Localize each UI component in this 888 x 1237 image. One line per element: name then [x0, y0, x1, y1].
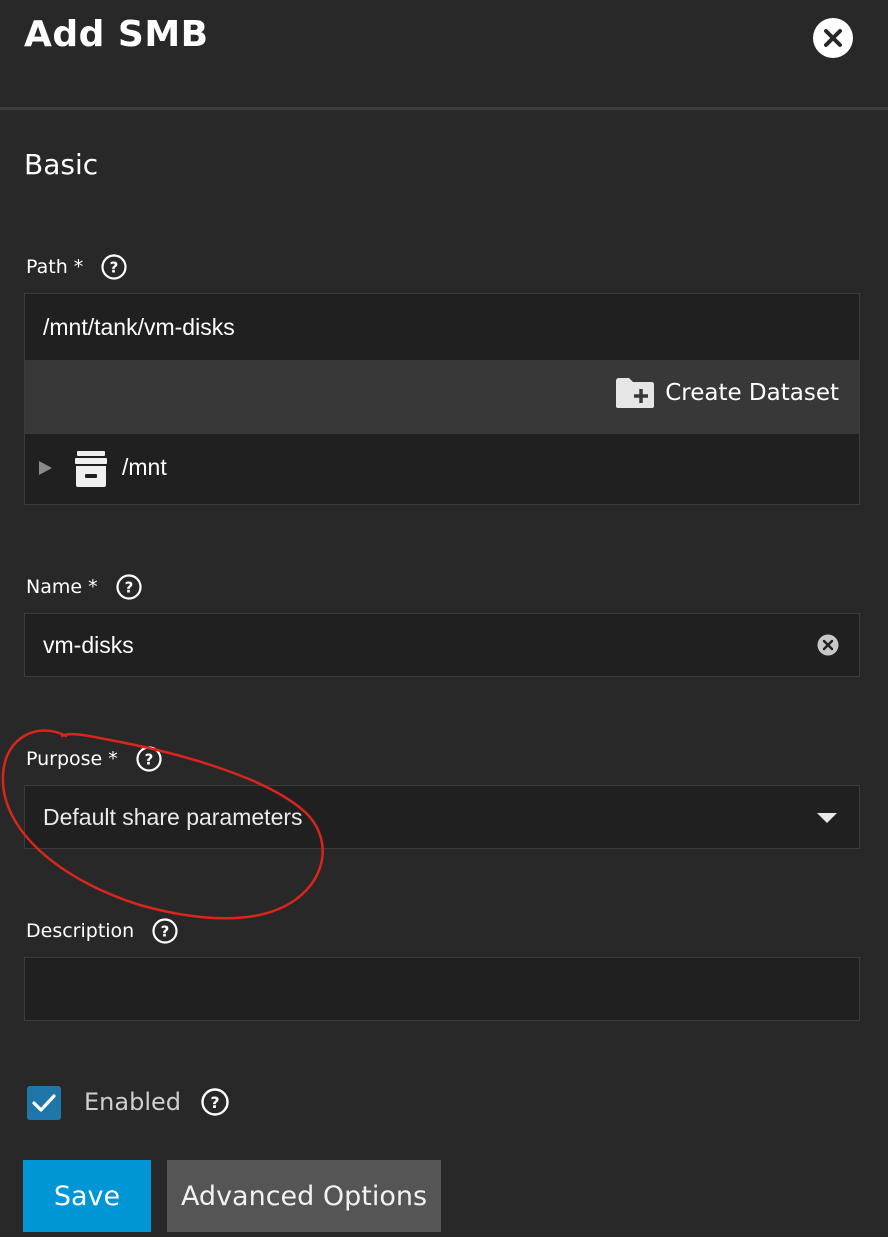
name-label-text: Name [26, 576, 83, 598]
chevron-down-icon [817, 813, 837, 823]
help-icon[interactable]: ? [201, 1088, 229, 1116]
storage-icon [75, 451, 107, 487]
tree-node-mnt[interactable]: /mnt [25, 434, 859, 506]
enabled-label: Enabled ? [84, 1088, 229, 1116]
dialog-header: Add SMB [0, 0, 888, 108]
svg-text:?: ? [161, 923, 170, 941]
close-icon[interactable] [812, 17, 854, 59]
create-dataset-label: Create Dataset [665, 380, 839, 406]
required-marker: * [108, 748, 118, 770]
path-input[interactable]: /mnt/tank/vm-disks [25, 294, 859, 360]
advanced-options-button[interactable]: Advanced Options [167, 1160, 441, 1232]
svg-text:?: ? [110, 259, 119, 277]
save-button[interactable]: Save [23, 1160, 151, 1232]
name-label: Name * ? [26, 574, 142, 600]
svg-text:?: ? [144, 751, 153, 769]
svg-text:?: ? [124, 579, 133, 597]
description-label-text: Description [26, 920, 135, 942]
description-label: Description ? [26, 918, 178, 944]
purpose-label-text: Purpose [26, 748, 103, 770]
header-divider [0, 107, 888, 110]
clear-icon[interactable] [817, 634, 839, 656]
description-field[interactable] [24, 957, 860, 1021]
path-explorer: /mnt/tank/vm-disks Create Dataset /mnt [24, 293, 860, 505]
help-icon[interactable]: ? [152, 918, 178, 944]
required-marker: * [73, 256, 84, 278]
enabled-label-text: Enabled [84, 1088, 181, 1116]
folder-plus-icon [616, 378, 655, 408]
svg-text:?: ? [210, 1093, 219, 1112]
tree-node-label: /mnt [122, 454, 167, 480]
help-icon[interactable]: ? [101, 254, 127, 280]
name-field[interactable]: vm-disks [24, 613, 860, 677]
create-dataset-bar: Create Dataset [25, 360, 859, 434]
section-title: Basic [24, 148, 99, 181]
create-dataset-button[interactable]: Create Dataset [615, 377, 839, 409]
purpose-value: Default share parameters [43, 803, 303, 830]
purpose-select[interactable]: Default share parameters [24, 785, 860, 849]
name-value: vm-disks [43, 631, 134, 658]
enabled-checkbox[interactable] [27, 1086, 61, 1120]
dialog-title: Add SMB [24, 14, 209, 55]
help-icon[interactable]: ? [115, 574, 142, 600]
help-icon[interactable]: ? [136, 746, 162, 772]
path-label: Path * ? [26, 254, 127, 280]
purpose-label: Purpose * ? [26, 746, 162, 772]
required-marker: * [88, 576, 98, 598]
expand-arrow-icon[interactable] [37, 460, 53, 476]
path-label-text: Path [26, 256, 68, 278]
